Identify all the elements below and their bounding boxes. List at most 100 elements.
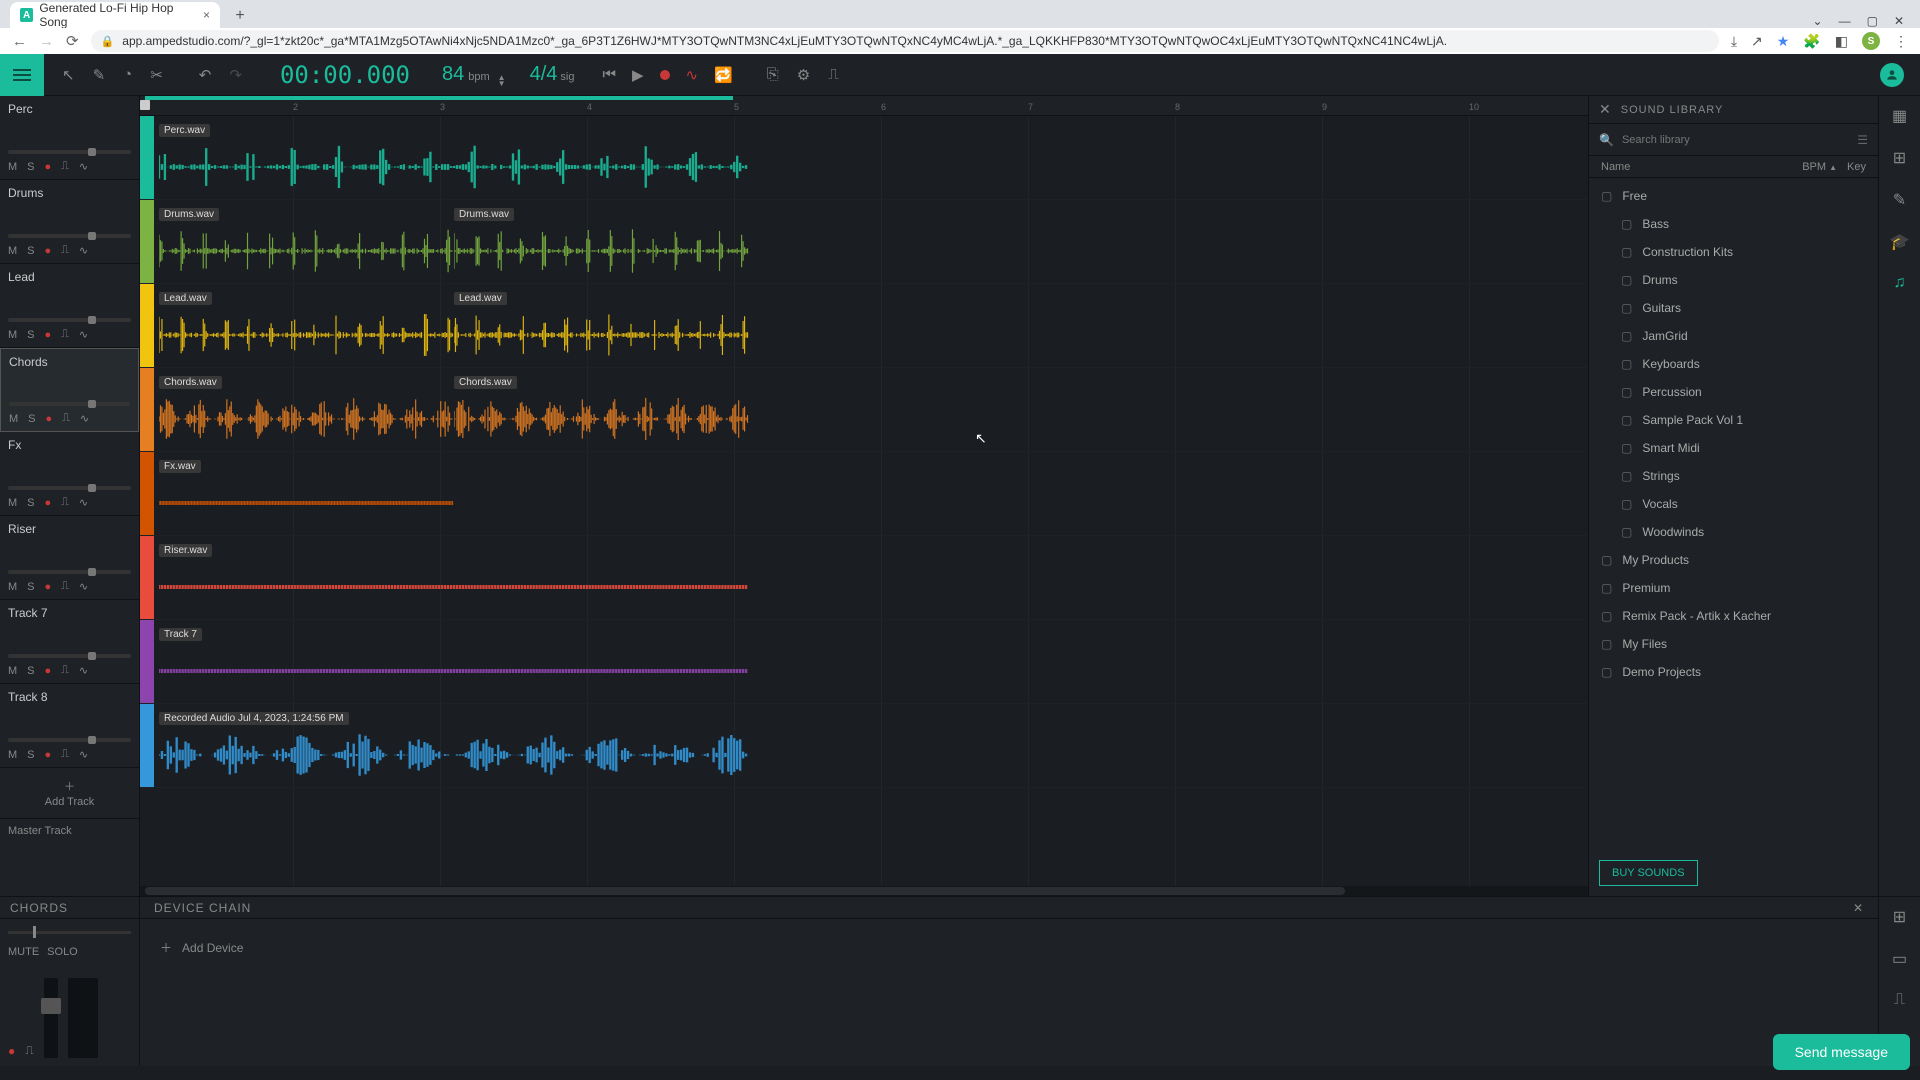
mute-button[interactable]: M: [9, 413, 18, 425]
automation-icon[interactable]: ∿: [79, 244, 88, 257]
solo-button[interactable]: S: [27, 497, 34, 509]
audio-clip[interactable]: Drums.wav: [454, 226, 749, 276]
arm-record-icon[interactable]: ●: [8, 1044, 15, 1058]
track-volume-slider[interactable]: [8, 150, 131, 154]
url-field[interactable]: 🔒 app.ampedstudio.com/?_gl=1*zkt20c*_ga*…: [91, 30, 1719, 52]
library-folder[interactable]: ▢Demo Projects: [1589, 658, 1878, 686]
track-lane[interactable]: Recorded Audio Jul 4, 2023, 1:24:56 PM: [140, 704, 1588, 788]
track-lane[interactable]: Chords.wavChords.wav: [140, 368, 1588, 452]
audio-clip[interactable]: Drums.wav: [159, 226, 454, 276]
col-bpm[interactable]: BPM ▲: [1802, 161, 1837, 173]
library-folder[interactable]: ▢Smart Midi: [1589, 434, 1878, 462]
ruler[interactable]: 2345678910: [140, 96, 1588, 116]
mute-button[interactable]: MUTE: [8, 946, 39, 958]
arm-record-icon[interactable]: ●: [45, 749, 52, 761]
eq-icon[interactable]: ⎍: [61, 496, 69, 509]
track-lane[interactable]: Track 7: [140, 620, 1588, 704]
eq-icon[interactable]: ⎍: [62, 412, 70, 425]
close-window-icon[interactable]: ✕: [1894, 14, 1904, 28]
arm-record-icon[interactable]: ●: [45, 329, 52, 341]
audio-clip[interactable]: Perc.wav: [159, 142, 749, 192]
rail-icon-4[interactable]: 🎓: [1890, 232, 1910, 252]
automation-icon[interactable]: ∿: [79, 580, 88, 593]
library-search-input[interactable]: [1622, 134, 1849, 146]
share-icon[interactable]: ↗: [1751, 33, 1763, 50]
track-volume-slider[interactable]: [8, 234, 131, 238]
eq-icon[interactable]: ⎍: [61, 328, 69, 341]
automation-icon[interactable]: ∿: [79, 496, 88, 509]
audio-clip[interactable]: Lead.wav: [159, 310, 454, 360]
play-button[interactable]: ▶: [632, 66, 644, 84]
track-volume-slider[interactable]: [8, 654, 131, 658]
automation-icon[interactable]: ∿: [79, 328, 88, 341]
library-folder[interactable]: ▢Remix Pack - Artik x Kacher: [1589, 602, 1878, 630]
track-header[interactable]: Riser M S ● ⎍ ∿: [0, 516, 139, 600]
pointer-tool-icon[interactable]: ↖: [62, 66, 75, 84]
scissors-tool-icon[interactable]: ✂: [150, 66, 163, 84]
audio-clip[interactable]: Track 7: [159, 646, 749, 696]
rail-icon-1[interactable]: ▦: [1892, 106, 1907, 126]
lane-content[interactable]: Chords.wavChords.wav: [154, 368, 1588, 451]
arm-record-icon[interactable]: ●: [45, 161, 52, 173]
add-device-button[interactable]: ＋ Add Device: [160, 939, 1858, 956]
extensions-icon[interactable]: 🧩: [1803, 33, 1820, 50]
master-track-label[interactable]: Master Track: [0, 818, 139, 843]
solo-button[interactable]: SOLO: [47, 946, 78, 958]
track-header[interactable]: Chords M S ● ⎍ ∿: [0, 348, 139, 432]
track-lane[interactable]: Riser.wav: [140, 536, 1588, 620]
lane-content[interactable]: Lead.wavLead.wav: [154, 284, 1588, 367]
bpm-display[interactable]: 84 bpm ▲▼: [430, 63, 518, 87]
library-folder[interactable]: ▢Strings: [1589, 462, 1878, 490]
arm-record-icon[interactable]: ●: [45, 665, 52, 677]
rail-icon-3[interactable]: ✎: [1893, 190, 1906, 210]
solo-button[interactable]: S: [27, 329, 34, 341]
metronome-icon[interactable]: ◔: [123, 66, 132, 83]
lane-content[interactable]: Drums.wavDrums.wav: [154, 200, 1588, 283]
horizontal-scrollbar[interactable]: [140, 886, 1588, 896]
menu-button[interactable]: [0, 54, 44, 96]
profile-avatar[interactable]: S: [1862, 32, 1880, 50]
mute-button[interactable]: M: [8, 749, 17, 761]
track-volume-slider[interactable]: [8, 738, 131, 742]
pencil-tool-icon[interactable]: ✎: [93, 66, 106, 84]
br-icon-1[interactable]: ⊞: [1893, 907, 1906, 927]
chevron-down-icon[interactable]: ⌄: [1813, 14, 1823, 28]
new-tab-button[interactable]: +: [228, 4, 252, 28]
lane-content[interactable]: Riser.wav: [154, 536, 1588, 619]
mute-button[interactable]: M: [8, 665, 17, 677]
track-volume-slider[interactable]: [8, 318, 131, 322]
library-folder[interactable]: ▢Free: [1589, 182, 1878, 210]
library-folder[interactable]: ▢My Products: [1589, 546, 1878, 574]
solo-button[interactable]: S: [27, 581, 34, 593]
solo-button[interactable]: S: [28, 413, 35, 425]
track-volume-slider[interactable]: [8, 570, 131, 574]
loop-region[interactable]: [145, 96, 733, 100]
lane-content[interactable]: Track 7: [154, 620, 1588, 703]
track-lane[interactable]: Fx.wav: [140, 452, 1588, 536]
eq-icon[interactable]: ⎍: [61, 580, 69, 593]
audio-clip[interactable]: Chords.wav: [159, 394, 454, 444]
mute-button[interactable]: M: [8, 161, 17, 173]
library-folder[interactable]: ▢Keyboards: [1589, 350, 1878, 378]
track-header[interactable]: Perc M S ● ⎍ ∿: [0, 96, 139, 180]
track-header[interactable]: Fx M S ● ⎍ ∿: [0, 432, 139, 516]
audio-clip[interactable]: Chords.wav: [454, 394, 749, 444]
tool-a-icon[interactable]: ⎘: [767, 66, 779, 83]
forward-button[interactable]: →: [39, 33, 54, 50]
reload-button[interactable]: ⟳: [66, 32, 79, 50]
menu-icon[interactable]: ⋮: [1894, 33, 1908, 50]
audio-clip[interactable]: Riser.wav: [159, 562, 749, 612]
buy-sounds-button[interactable]: BUY SOUNDS: [1599, 860, 1698, 886]
track-lane[interactable]: Drums.wavDrums.wav: [140, 200, 1588, 284]
rewind-button[interactable]: ⏮: [602, 66, 616, 83]
volume-fader[interactable]: [44, 978, 58, 1058]
track-volume-slider[interactable]: [8, 486, 131, 490]
lane-content[interactable]: Fx.wav: [154, 452, 1588, 535]
rail-icon-2[interactable]: ⊞: [1893, 148, 1906, 168]
library-folder[interactable]: ▢My Files: [1589, 630, 1878, 658]
filter-icon[interactable]: ☰: [1857, 133, 1868, 147]
track-header[interactable]: Drums M S ● ⎍ ∿: [0, 180, 139, 264]
timeline[interactable]: 2345678910 Perc.wavDrums.wavDrums.wavLea…: [140, 96, 1588, 896]
lane-content[interactable]: Perc.wav: [154, 116, 1588, 199]
arm-record-icon[interactable]: ●: [45, 497, 52, 509]
